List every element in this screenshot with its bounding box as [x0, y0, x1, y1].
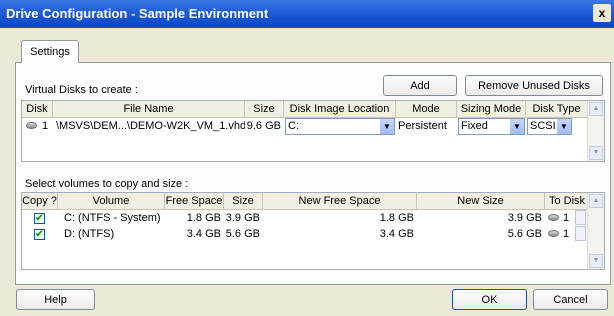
new-free-space[interactable]: 3.4 GB — [263, 226, 417, 242]
disk-image-location-select[interactable]: C: ▼ — [285, 118, 395, 135]
copy-checkbox[interactable]: ✔ — [34, 213, 45, 224]
sizing-mode-value: Fixed — [461, 120, 488, 132]
volumes-header: Copy ? Volume Free Space Size New Free S… — [22, 193, 604, 210]
new-size[interactable]: 5.6 GB — [417, 226, 545, 242]
add-button[interactable]: Add — [383, 75, 457, 96]
volumes-scrollbar[interactable]: ▲ ▼ — [587, 193, 604, 269]
virtual-disks-header: Disk File Name Size Disk Image Location … — [22, 101, 604, 118]
volumes-label: Select volumes to copy and size : — [25, 178, 189, 190]
close-icon[interactable]: x — [593, 4, 611, 22]
disk-type-select[interactable]: SCSI ▼ — [527, 118, 572, 135]
new-size[interactable]: 3.9 GB — [417, 210, 545, 226]
ok-button[interactable]: OK — [452, 289, 527, 310]
volume-name: C: (NTFS - System) — [64, 212, 161, 224]
copy-checkbox[interactable]: ✔ — [34, 229, 45, 240]
col-new-free-space[interactable]: New Free Space — [263, 193, 417, 209]
col-free-space[interactable]: Free Space — [165, 193, 224, 209]
chevron-down-icon[interactable]: ▼ — [380, 119, 394, 134]
to-disk-spinner[interactable] — [575, 226, 586, 241]
file-name: \MSVS\DEM...\DEMO-W2K_VM_1.vhd — [56, 120, 245, 132]
col-new-size[interactable]: New Size — [417, 193, 545, 209]
scroll-down-icon[interactable]: ▼ — [589, 146, 603, 160]
col-size[interactable]: Size — [245, 101, 284, 117]
tab-settings[interactable]: Settings — [21, 40, 79, 63]
help-button[interactable]: Help — [16, 289, 95, 310]
col-disk-type[interactable]: Disk Type — [526, 101, 588, 117]
disk-type-value: SCSI — [530, 120, 556, 132]
to-disk-spinner[interactable] — [575, 210, 586, 225]
col-sizing-mode[interactable]: Sizing Mode — [457, 101, 526, 117]
disk-number: 1 — [42, 120, 49, 132]
scroll-up-icon[interactable]: ▲ — [589, 102, 603, 116]
col-volume[interactable]: Volume — [58, 193, 165, 209]
settings-panel: Virtual Disks to create : Add Remove Unu… — [15, 62, 611, 285]
scroll-down-icon[interactable]: ▼ — [589, 254, 603, 268]
virtual-disks-scrollbar[interactable]: ▲ ▼ — [587, 101, 604, 161]
chevron-down-icon[interactable]: ▼ — [510, 119, 524, 134]
col-disk[interactable]: Disk — [22, 101, 53, 117]
col-disk-image-location[interactable]: Disk Image Location — [284, 101, 396, 117]
col-to-disk[interactable]: To Disk — [545, 193, 590, 209]
free-space: 1.8 GB — [186, 212, 221, 224]
cancel-button[interactable]: Cancel — [533, 289, 608, 310]
to-disk-value: 1 — [563, 228, 570, 240]
volumes-table: Copy ? Volume Free Space Size New Free S… — [21, 192, 605, 270]
title-bar: Drive Configuration - Sample Environment… — [0, 0, 614, 28]
to-disk-value: 1 — [563, 212, 570, 224]
scroll-up-icon[interactable]: ▲ — [589, 194, 603, 208]
volume-size: 5.6 GB — [225, 228, 260, 240]
disk-icon — [548, 214, 559, 221]
disk-size: 9.6 GB — [246, 120, 281, 132]
disk-icon — [26, 122, 37, 129]
col-copy[interactable]: Copy ? — [22, 193, 58, 209]
disk-image-location-value: C: — [288, 120, 299, 132]
virtual-disks-table: Disk File Name Size Disk Image Location … — [21, 100, 605, 162]
col-file-name[interactable]: File Name — [53, 101, 245, 117]
chevron-down-icon[interactable]: ▼ — [557, 119, 571, 134]
volume-name: D: (NTFS) — [64, 228, 115, 240]
remove-unused-disks-button[interactable]: Remove Unused Disks — [465, 75, 603, 96]
volume-size: 3.9 GB — [225, 212, 260, 224]
virtual-disks-label: Virtual Disks to create : — [25, 84, 138, 96]
window-title: Drive Configuration - Sample Environment — [6, 6, 269, 21]
col-size[interactable]: Size — [224, 193, 263, 209]
sizing-mode-select[interactable]: Fixed ▼ — [458, 118, 525, 135]
free-space: 3.4 GB — [186, 228, 221, 240]
mode-value: Persistent — [398, 120, 447, 132]
new-free-space[interactable]: 1.8 GB — [263, 210, 417, 226]
col-mode[interactable]: Mode — [396, 101, 457, 117]
disk-icon — [548, 230, 559, 237]
